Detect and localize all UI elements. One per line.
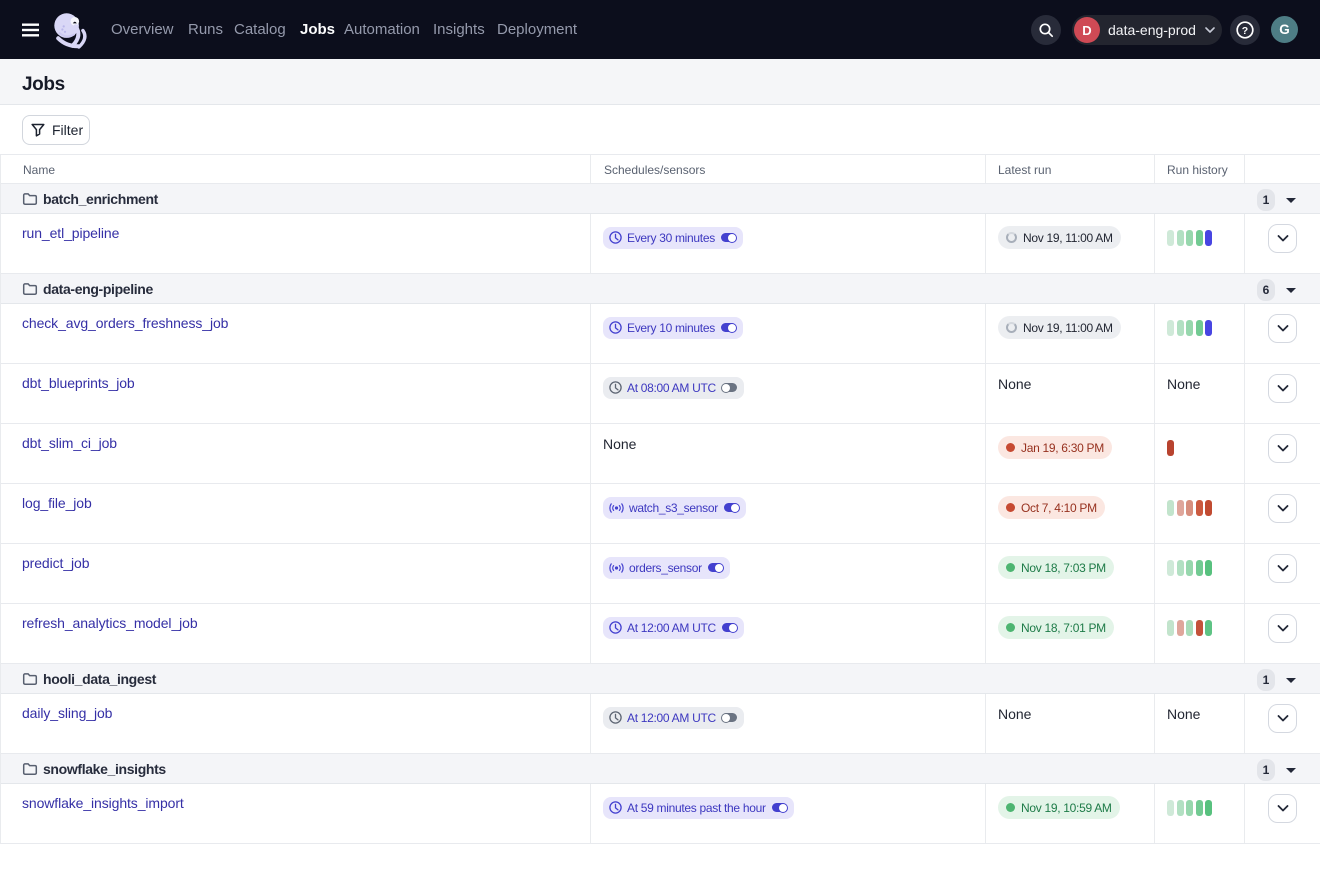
svg-text:?: ?	[1242, 25, 1248, 37]
